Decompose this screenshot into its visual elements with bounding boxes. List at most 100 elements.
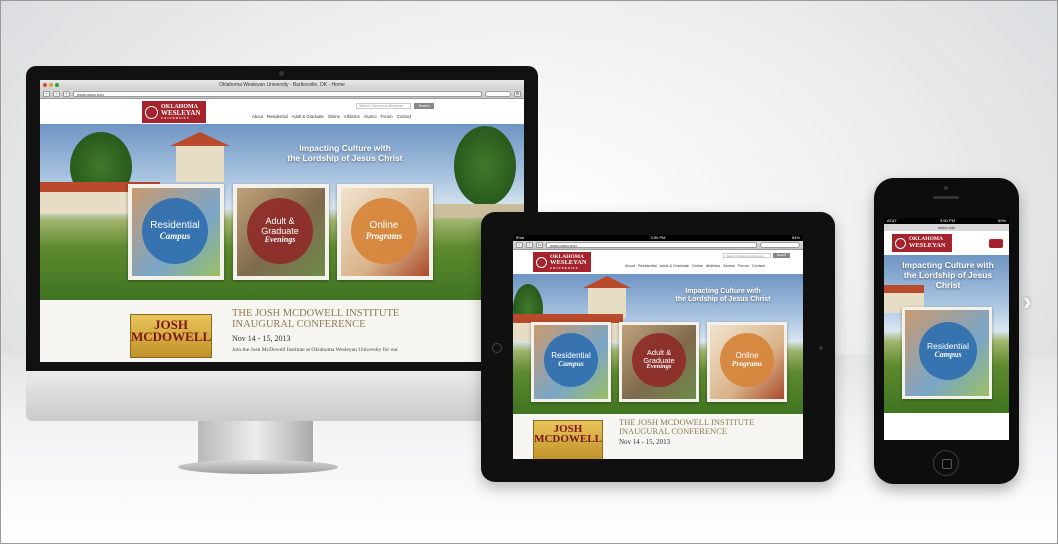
ipad-camera [819,346,823,350]
residential-photo: Residential Campus [534,325,608,399]
nav-residential[interactable]: Residential [267,114,288,119]
ipad-university-logo[interactable]: OKLAHOMA WESLEYAN UNIVERSITY [533,252,591,272]
residential-badge: Residential Campus [142,198,208,264]
chapel-roof [583,276,631,288]
nav-online[interactable]: Online [692,264,703,268]
carousel-next-arrow-icon[interactable]: › [1023,288,1032,314]
nav-forum[interactable]: Forum [738,264,749,268]
adult-graduate-photo: Adult & Graduate Evenings [622,325,696,399]
online-photo: Online Programs [710,325,784,399]
logo-text-university: UNIVERSITY [550,265,579,270]
tagline-line-1: Impacting Culture with [685,288,761,295]
back-button[interactable]: ‹ [516,242,523,248]
ipad-hero-tagline: Impacting Culture with the Lordship of J… [663,288,783,304]
tile-residential-line1: Residential [150,220,200,232]
tile-online-line2: Programs [731,359,763,369]
ipad-tile-online[interactable]: Online Programs [707,322,787,402]
minimize-window-button[interactable] [49,83,53,87]
imac-device: Oklahoma Wesleyan University - Bartlesvi… [26,66,538,421]
logo-text-wesleyan: WESLEYAN [909,241,946,249]
ipad-device: iPad 3:50 PM 84% ‹ › ▭ www.okwu.edu OKLA… [481,212,835,482]
site-search-button[interactable]: Search [414,103,434,109]
tile-online-line1: Online [369,220,399,232]
tile-online-line2: Programs [365,230,403,241]
address-bar[interactable]: www.okwu.edu [73,91,482,97]
iphone-university-logo[interactable]: OKLAHOMA WESLEYAN [892,234,952,252]
iphone-home-button[interactable] [933,450,959,476]
ipad-news-date: Nov 14 - 15, 2013 [619,438,671,446]
ipad-news-title[interactable]: THE JOSH MCDOWELL INSTITUTE INAUGURAL CO… [619,418,754,436]
nav-alumni[interactable]: Alumni [364,114,377,119]
tile-residential[interactable]: Residential Campus [128,184,224,280]
iphone-hero-banner: Impacting Culture with the Lordship of J… [884,255,1009,413]
iphone-carrier: AT&T [887,218,897,223]
site-search-input[interactable]: Search Oklahoma Wesleyan [356,103,411,109]
ipad-search-field[interactable] [760,242,800,248]
ipad-site-search-button[interactable]: Search [773,253,790,258]
ipad-address-bar[interactable]: www.okwu.edu [546,242,757,248]
ipad-hero-banner: Impacting Culture with the Lordship of J… [513,274,803,414]
tagline-line-2: the Lordship of Jesus Christ [675,296,771,304]
tree-image [454,126,516,206]
university-seal-icon [145,105,158,119]
bookmarks-icon[interactable]: ▭ [536,242,543,248]
imac-bezel: Oklahoma Wesleyan University - Bartlesvi… [26,66,538,371]
menu-hamburger-icon[interactable] [989,239,1003,248]
ipad-browser-toolbar: ‹ › ▭ www.okwu.edu [513,241,803,250]
browser-search-field[interactable] [485,91,511,97]
close-window-button[interactable] [43,83,47,87]
imac-stand-base [178,460,338,474]
residential-badge: Residential Campus [544,333,598,387]
news-thumbnail[interactable]: JOSH MCDOWELL [130,314,212,358]
tile-adult-line3: Evenings [646,363,672,371]
ipad-tile-adult-graduate[interactable]: Adult & Graduate Evenings [619,322,699,402]
tagline-line-3: Christ [935,279,961,290]
university-logo[interactable]: OKLAHOMA WESLEYAN UNIVERSITY [142,101,206,123]
nav-residential[interactable]: Residential [638,264,657,268]
iphone-device: AT&T 3:50 PM 60% okwu.edu OKLAHOMA WESLE… [874,178,1019,484]
iphone-tile-residential[interactable]: Residential Campus [902,307,992,399]
nav-adult-graduate[interactable]: Adult & Graduate [292,114,324,119]
zoom-window-button[interactable] [55,83,59,87]
ipad-tile-residential[interactable]: Residential Campus [531,322,611,402]
site-search: Search Oklahoma Wesleyan Search [356,103,434,109]
adult-graduate-photo: Adult & Graduate Evenings [237,188,325,276]
settings-gear-icon[interactable]: ⚙ [514,91,521,97]
window-title: Oklahoma Wesleyan University - Bartlesvi… [219,82,345,88]
imac-chin [26,371,538,421]
site-nav: About Residential Adult & Graduate Onlin… [252,114,411,119]
nav-athletics[interactable]: Athletics [706,264,720,268]
ipad-site-header: OKLAHOMA WESLEYAN UNIVERSITY Search Okla… [513,250,803,274]
browser-toolbar: ‹ › + www.okwu.edu ⚙ [40,90,524,99]
iphone-hero-tagline: Impacting Culture with the Lordship of J… [894,260,1002,290]
news-title-line1: THE JOSH MCDOWELL INSTITUTE [232,308,400,319]
add-bookmark-button[interactable]: + [63,91,70,97]
nav-online[interactable]: Online [328,114,340,119]
iphone-screen: AT&T 3:50 PM 60% okwu.edu OKLAHOMA WESLE… [884,218,1009,440]
ipad-news-thumbnail[interactable]: JOSH MCDOWELL [533,420,603,459]
news-title-line2: INAUGURAL CONFERENCE [232,319,366,331]
ipad-home-button[interactable] [492,343,502,353]
nav-alumni[interactable]: Alumni [723,264,735,268]
adult-graduate-badge: Adult & Graduate Evenings [632,333,686,387]
nav-about[interactable]: About [625,264,635,268]
nav-forum[interactable]: Forum [381,114,393,119]
news-title[interactable]: THE JOSH MCDOWELL INSTITUTE INAUGURAL CO… [232,308,399,330]
ipad-site-search-input[interactable]: Search Oklahoma Wesleyan [723,253,771,258]
ipad-site-nav: About Residential Adult & Graduate Onlin… [625,264,765,268]
ipad-site-search: Search Oklahoma Wesleyan Search [723,253,790,258]
university-seal-icon [536,256,547,268]
forward-button[interactable]: › [526,242,533,248]
tile-adult-graduate[interactable]: Adult & Graduate Evenings [233,184,329,280]
nav-athletics[interactable]: Athletics [344,114,360,119]
forward-button[interactable]: › [53,91,60,97]
nav-about[interactable]: About [252,114,263,119]
iphone-url-bar[interactable]: okwu.edu [884,224,1009,231]
nav-contact[interactable]: Contact [397,114,411,119]
nav-contact[interactable]: Contact [752,264,765,268]
news-date: Nov 14 - 15, 2013 [232,334,291,343]
iphone-camera [944,186,948,190]
nav-adult-graduate[interactable]: Adult & Graduate [660,264,689,268]
back-button[interactable]: ‹ [43,91,50,97]
tile-online[interactable]: Online Programs [337,184,433,280]
